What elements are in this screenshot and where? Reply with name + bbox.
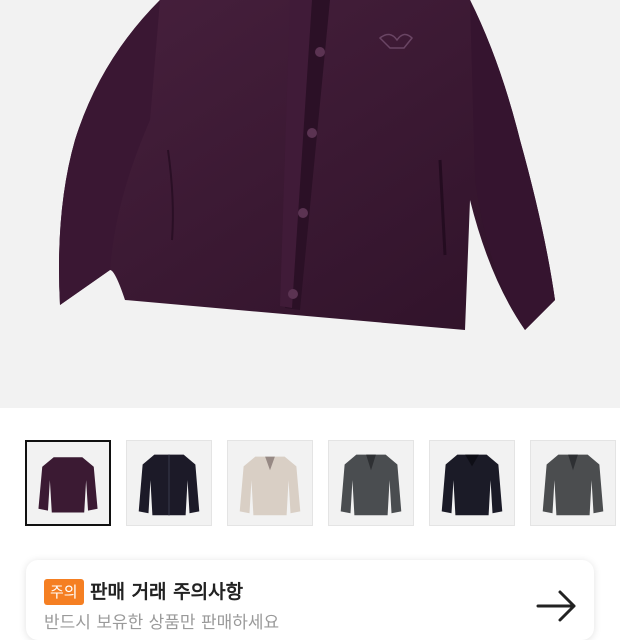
caution-subtitle: 반드시 보유한 상품만 판매하세요	[44, 613, 280, 633]
thumbnail-5-image	[430, 441, 514, 525]
thumbnail-2[interactable]	[126, 440, 212, 526]
thumbnail-2-image	[127, 441, 211, 525]
thumbnail-strip	[0, 440, 620, 528]
thumbnail-1[interactable]	[25, 440, 111, 526]
product-main-image[interactable]	[0, 0, 620, 408]
cardigan-image	[59, 0, 555, 330]
thumbnail-5[interactable]	[429, 440, 515, 526]
thumbnail-3-image	[228, 441, 312, 525]
caution-badge: 주의	[44, 579, 84, 605]
sales-caution-banner[interactable]: 주의 판매 거래 주의사항 반드시 보유한 상품만 판매하세요	[26, 560, 594, 640]
thumbnail-3[interactable]	[227, 440, 313, 526]
caution-title: 판매 거래 주의사항	[90, 581, 244, 603]
thumbnail-1-image	[27, 442, 109, 524]
arrow-right-icon[interactable]	[536, 588, 578, 624]
thumbnail-4-image	[329, 441, 413, 525]
thumbnail-4[interactable]	[328, 440, 414, 526]
thumbnail-6[interactable]	[530, 440, 616, 526]
thumbnail-6-image	[531, 441, 615, 525]
